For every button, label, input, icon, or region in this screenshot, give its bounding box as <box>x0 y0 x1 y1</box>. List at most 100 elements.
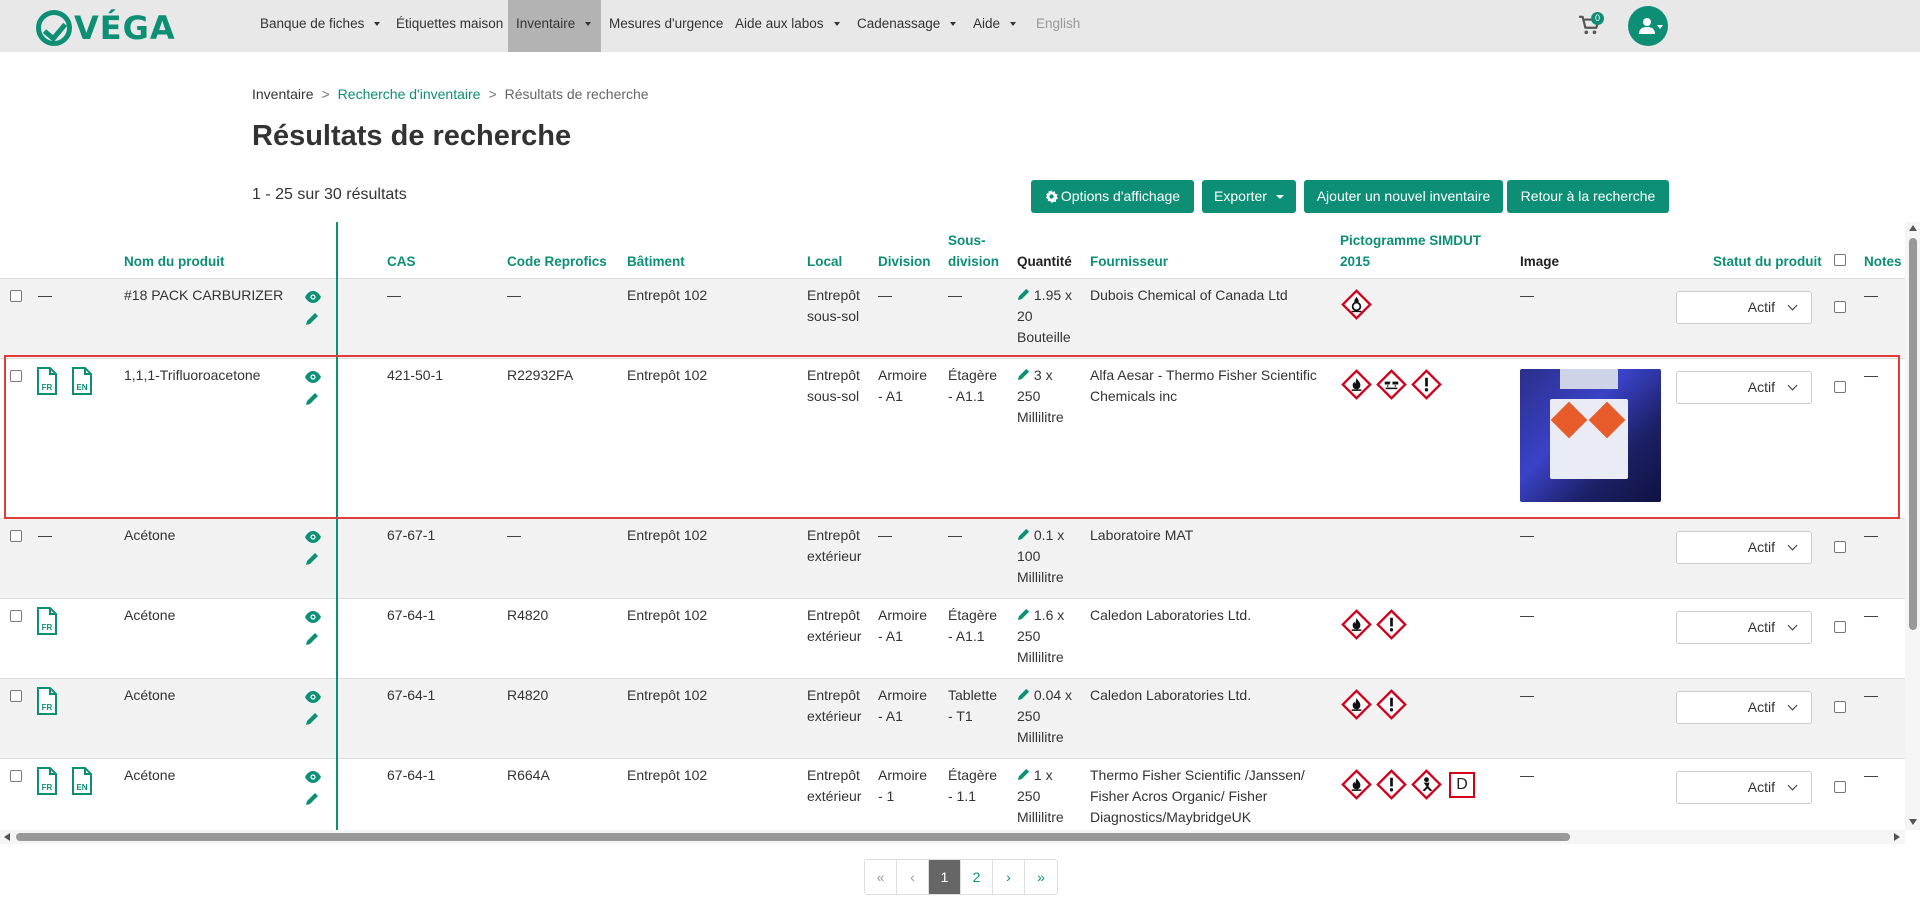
col-pictogram[interactable]: Pictogramme SIMDUT 2015 <box>1340 230 1481 272</box>
edit-icon[interactable] <box>305 792 319 806</box>
table-row[interactable]: FR Acétone 67-64-1 R4820 Entrepôt 102 En… <box>0 678 1905 758</box>
vega-logo[interactable]: VÉGA <box>36 9 176 47</box>
view-icon[interactable] <box>305 291 321 303</box>
back-to-search-button[interactable]: Retour à la recherche <box>1507 180 1669 213</box>
vertical-scroll-thumb[interactable] <box>1909 238 1917 630</box>
nav-english[interactable]: English <box>1028 0 1088 52</box>
status-select[interactable]: Actif <box>1676 611 1812 644</box>
table-row[interactable]: — #18 PACK CARBURIZER — — Entrepôt 102 E… <box>0 278 1905 358</box>
page-first[interactable]: « <box>865 860 897 894</box>
view-icon[interactable] <box>305 611 321 623</box>
row-checkbox[interactable] <box>10 290 22 302</box>
edit-icon[interactable] <box>305 632 319 646</box>
col-division[interactable]: Division <box>878 251 931 272</box>
caret-down-icon <box>1657 25 1663 29</box>
status-select[interactable]: Actif <box>1676 291 1812 324</box>
row-checkbox[interactable] <box>10 530 22 542</box>
status-select[interactable]: Actif <box>1676 771 1812 804</box>
en-sheet-icon[interactable]: EN <box>71 767 93 795</box>
quantity-value[interactable]: 0.04 x 250 Millilitre <box>1017 685 1072 748</box>
quantity-value[interactable]: 1.6 x 250 Millilitre <box>1017 605 1064 668</box>
view-icon[interactable] <box>305 771 321 783</box>
product-name: Acétone <box>124 527 176 543</box>
nav-aide[interactable]: Aide <box>965 0 1024 52</box>
export-button[interactable]: Exporter <box>1202 180 1296 213</box>
nav-mesures-urgence[interactable]: Mesures d'urgence <box>601 0 731 52</box>
page-2[interactable]: 2 <box>961 860 993 894</box>
col-subdivision[interactable]: Sous-division <box>948 230 999 272</box>
reprofics-value: R664A <box>507 767 550 783</box>
breadcrumb-inventaire[interactable]: Inventaire <box>252 86 313 102</box>
col-cas[interactable]: CAS <box>387 251 416 272</box>
notes-checkbox[interactable] <box>1834 701 1846 713</box>
col-reprofics[interactable]: Code Reprofics <box>507 251 607 272</box>
scroll-down-arrow-icon[interactable] <box>1909 819 1917 825</box>
edit-quantity-icon[interactable] <box>1017 768 1030 781</box>
view-icon[interactable] <box>305 691 321 703</box>
nav-banque-de-fiches[interactable]: Banque de fiches <box>252 0 388 52</box>
table-row[interactable]: FR EN Acétone 67-64-1 R664A Entrepôt 102… <box>0 758 1905 830</box>
horizontal-scrollbar[interactable] <box>0 830 1905 844</box>
edit-icon[interactable] <box>305 552 319 566</box>
scroll-left-arrow-icon[interactable] <box>4 833 10 841</box>
scroll-right-arrow-icon[interactable] <box>1894 833 1900 841</box>
view-icon[interactable] <box>305 531 321 543</box>
col-quantity[interactable]: Quantité <box>1017 251 1072 272</box>
notes-checkbox[interactable] <box>1834 621 1846 633</box>
image-empty: — <box>1520 767 1534 783</box>
edit-icon[interactable] <box>305 712 319 726</box>
nav-aide-aux-labos[interactable]: Aide aux labos <box>727 0 848 52</box>
quantity-value[interactable]: 1.95 x 20 Bouteille <box>1017 285 1072 348</box>
edit-quantity-icon[interactable] <box>1017 288 1030 301</box>
nav-etiquettes-maison[interactable]: Étiquettes maison <box>388 0 511 52</box>
page-next[interactable]: › <box>993 860 1025 894</box>
edit-quantity-icon[interactable] <box>1017 528 1030 541</box>
scroll-up-arrow-icon[interactable] <box>1909 225 1917 231</box>
col-supplier[interactable]: Fournisseur <box>1090 251 1168 272</box>
page-1[interactable]: 1 <box>929 860 961 894</box>
caret-down-icon <box>833 22 840 27</box>
page-prev[interactable]: ‹ <box>897 860 929 894</box>
col-building[interactable]: Bâtiment <box>627 251 685 272</box>
vertical-scrollbar[interactable] <box>1905 222 1920 830</box>
building-value: Entrepôt 102 <box>627 607 708 623</box>
row-checkbox[interactable] <box>10 770 22 782</box>
breadcrumb-recherche[interactable]: Recherche d'inventaire <box>338 86 481 102</box>
quantity-value[interactable]: 1 x 250 Millilitre <box>1017 765 1064 828</box>
page-last[interactable]: » <box>1025 860 1057 894</box>
add-inventory-button[interactable]: Ajouter un nouvel inventaire <box>1304 180 1503 213</box>
fr-sheet-icon[interactable]: FR <box>36 607 58 635</box>
breadcrumb-current: Résultats de recherche <box>504 86 649 102</box>
gear-icon <box>1045 190 1058 203</box>
row-checkbox[interactable] <box>10 610 22 622</box>
fr-sheet-icon[interactable]: FR <box>36 767 58 795</box>
status-select[interactable]: Actif <box>1676 531 1812 564</box>
edit-quantity-icon[interactable] <box>1017 688 1030 701</box>
svg-text:FR: FR <box>42 703 53 712</box>
nav-inventaire[interactable]: Inventaire <box>508 0 601 52</box>
notes-checkbox[interactable] <box>1834 301 1846 313</box>
notes-checkbox[interactable] <box>1834 541 1846 553</box>
subdivision-value: — <box>948 527 962 543</box>
col-product-name[interactable]: Nom du produit <box>124 251 224 272</box>
quantity-value[interactable]: 0.1 x 100 Millilitre <box>1017 525 1064 588</box>
horizontal-scroll-thumb[interactable] <box>16 833 1570 841</box>
chevron-down-icon <box>1787 620 1798 631</box>
col-status[interactable]: Statut du produit <box>1713 251 1822 272</box>
edit-quantity-icon[interactable] <box>1017 608 1030 621</box>
notes-value: — <box>1864 287 1878 303</box>
table-row[interactable]: FR Acétone 67-64-1 R4820 Entrepôt 102 En… <box>0 598 1905 678</box>
user-menu-button[interactable] <box>1628 6 1668 46</box>
nav-cadenassage[interactable]: Cadenassage <box>849 0 964 52</box>
edit-icon[interactable] <box>305 312 319 326</box>
display-options-button[interactable]: Options d'affichage <box>1031 180 1194 213</box>
col-notes[interactable]: Notes <box>1864 251 1902 272</box>
col-local[interactable]: Local <box>807 251 842 272</box>
fr-sheet-icon[interactable]: FR <box>36 687 58 715</box>
select-all-notes-checkbox[interactable] <box>1834 254 1846 266</box>
row-checkbox[interactable] <box>10 690 22 702</box>
supplier-value: Caledon Laboratories Ltd. <box>1090 687 1252 703</box>
notes-checkbox[interactable] <box>1834 781 1846 793</box>
table-row[interactable]: — Acétone 67-67-1 — Entrepôt 102 Entrepô… <box>0 518 1905 598</box>
status-select[interactable]: Actif <box>1676 691 1812 724</box>
